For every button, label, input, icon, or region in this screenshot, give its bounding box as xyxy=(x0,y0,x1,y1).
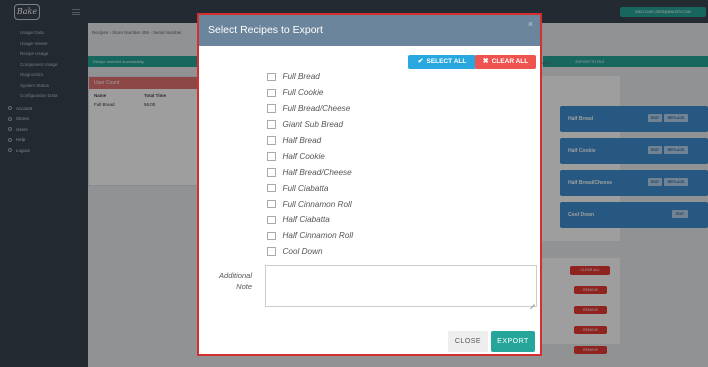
close-button[interactable]: CLOSE xyxy=(448,331,488,352)
select-all-label: SELECT ALL xyxy=(426,58,467,65)
recipe-checkbox[interactable] xyxy=(267,152,276,161)
recipe-option-label[interactable]: Half Ciabatta xyxy=(283,215,330,224)
additional-note-label: Additional Note xyxy=(219,271,252,291)
check-icon: ✔ xyxy=(417,58,424,65)
recipe-checkbox[interactable] xyxy=(267,247,276,256)
recipe-option-label[interactable]: Full Cookie xyxy=(283,88,324,97)
additional-note-textarea[interactable] xyxy=(265,265,537,307)
recipe-option[interactable]: Giant Sub Bread xyxy=(267,117,353,133)
clear-all-button[interactable]: ✖ CLEAR ALL xyxy=(475,55,536,69)
recipe-option[interactable]: Cool Down xyxy=(267,244,353,260)
recipe-option-label[interactable]: Full Ciabatta xyxy=(283,184,329,193)
recipe-option[interactable]: Half Ciabatta xyxy=(267,212,353,228)
modal-title: Select Recipes to Export xyxy=(208,24,323,36)
recipe-option[interactable]: Half Cookie xyxy=(267,148,353,164)
select-all-button[interactable]: ✔ SELECT ALL xyxy=(408,55,476,69)
recipe-option-label[interactable]: Half Cinnamon Roll xyxy=(283,231,354,240)
x-icon: ✖ xyxy=(482,58,489,65)
recipe-checkbox[interactable] xyxy=(267,88,276,98)
recipe-checkbox[interactable] xyxy=(267,120,276,129)
recipe-option-label[interactable]: Full Bread/Cheese xyxy=(283,104,351,113)
recipe-option[interactable]: Half Bread/Cheese xyxy=(267,164,353,180)
recipe-option-label[interactable]: Full Cinnamon Roll xyxy=(283,200,352,209)
recipe-checkbox[interactable] xyxy=(267,231,276,241)
recipe-option[interactable]: Full Bread/Cheese xyxy=(267,101,353,117)
recipe-checkbox[interactable] xyxy=(267,136,276,145)
recipe-option[interactable]: Full Cinnamon Roll xyxy=(267,196,353,212)
recipe-option[interactable]: Half Bread xyxy=(267,133,353,149)
resize-handle-icon[interactable] xyxy=(530,300,535,305)
recipe-option[interactable]: Full Ciabatta xyxy=(267,180,353,196)
clear-all-label: CLEAR ALL xyxy=(491,58,529,65)
recipe-checkbox[interactable] xyxy=(267,199,276,209)
recipe-checklist: Full Bread Full Cookie Full Bread/Cheese Gi… xyxy=(267,69,353,260)
recipe-option-label[interactable]: Half Bread/Cheese xyxy=(283,168,352,177)
recipe-checkbox[interactable] xyxy=(267,72,276,82)
recipe-option[interactable]: Full Cookie xyxy=(267,85,353,101)
recipe-option-label[interactable]: Giant Sub Bread xyxy=(283,120,344,129)
recipe-option-label[interactable]: Full Bread xyxy=(283,72,320,81)
recipe-checkbox[interactable] xyxy=(267,168,276,177)
recipe-checkbox[interactable] xyxy=(267,183,276,193)
export-button[interactable]: EXPORT xyxy=(491,331,535,352)
recipe-checkbox[interactable] xyxy=(267,215,276,225)
recipe-option[interactable]: Half Cinnamon Roll xyxy=(267,228,353,244)
recipe-option-label[interactable]: Cool Down xyxy=(283,247,323,256)
modal-header: Select Recipes to Export × xyxy=(199,15,540,46)
recipe-checkbox[interactable] xyxy=(267,104,276,113)
export-recipes-modal: Select Recipes to Export × ✔ SELECT ALL ✖… xyxy=(197,13,542,356)
recipe-option-label[interactable]: Half Cookie xyxy=(283,152,325,161)
close-icon[interactable]: × xyxy=(528,19,533,29)
recipe-option-label[interactable]: Half Bread xyxy=(283,136,322,145)
recipe-option[interactable]: Full Bread xyxy=(267,69,353,85)
